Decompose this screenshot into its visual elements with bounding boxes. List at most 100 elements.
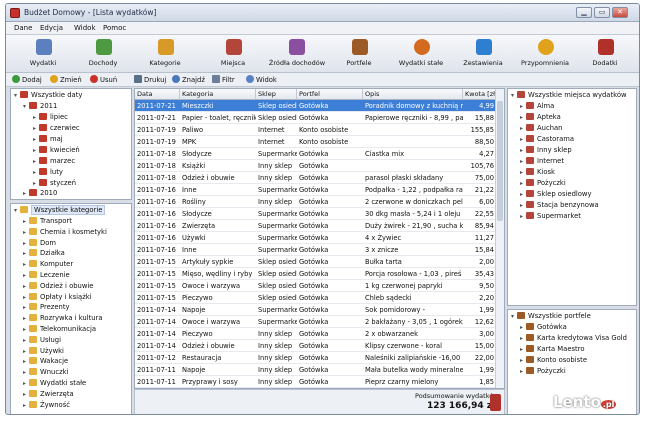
table-row[interactable]: 2011-07-14 Pieczywo Inny sklep Gotówka 2 x o… (135, 328, 497, 340)
tree-all-wallets[interactable]: ▾ Wszystkie portfele (511, 312, 591, 322)
menu-widok[interactable]: Widok (74, 24, 96, 32)
table-row[interactable]: 2011-07-15 Owoce i warzywa Sklep osiedl Got… (135, 280, 497, 292)
tree-category[interactable]: ▸ Wakacje (23, 357, 68, 367)
tree-year-2011[interactable]: ▾ 2011 (23, 102, 57, 112)
table-row[interactable]: 2011-07-16 Słodycze Supermarke Gotówka 30 dk… (135, 208, 497, 220)
table-row[interactable]: 2011-07-18 Odzież i obuwie Inny sklep Gotów… (135, 172, 497, 184)
tree-category[interactable]: ▸ Dom (23, 238, 56, 249)
tree-category[interactable]: ▸ Transport (23, 217, 72, 227)
toolbar-wydatki-stale-button[interactable]: Wydatki stałe (392, 37, 450, 71)
table-row[interactable]: 2011-07-16 Inne Supermarke Gotówka 3 x znicz… (135, 244, 497, 256)
filter-button[interactable]: Filtr (212, 75, 235, 86)
close-button[interactable]: ✕ (612, 7, 628, 18)
tree-all-places[interactable]: ▾ Wszystkie miejsca wydatków (511, 91, 627, 101)
tree-place[interactable]: ▸ Internet (520, 157, 564, 167)
toolbar-kategorie-button[interactable]: Kategorie (136, 37, 194, 71)
tree-category[interactable]: ▸ Działka (23, 249, 65, 259)
tree-category[interactable]: ▸ Wydatki stałe (23, 379, 86, 389)
tree-category[interactable]: ▸ Używki (23, 346, 64, 357)
table-row[interactable]: 2011-07-19 MPK Internet Konto osobiste 88,50 (135, 136, 497, 148)
column-header-sklep[interactable]: Sklep (256, 89, 297, 100)
table-row[interactable]: 2011-07-16 Inne Supermarke Gotówka Podpałka … (135, 184, 497, 196)
tree-category[interactable]: ▸ Odzież i obuwie (23, 281, 94, 292)
column-header-kwota[interactable]: Kwota [zł] (463, 89, 497, 100)
toolbar-zrodla-button[interactable]: Źródła dochodów (264, 37, 330, 71)
table-row[interactable]: 2011-07-14 Owoce i warzywa Supermarke Gotów… (135, 316, 497, 328)
tree-category[interactable]: ▸ Żywność (23, 400, 70, 411)
table-row[interactable]: 2011-07-21 Papier - toalet, ręczniki Sklep… (135, 112, 497, 124)
tree-month[interactable]: ▸ czerwiec (33, 124, 80, 134)
toolbar-dodatki-button[interactable]: Dodatki (576, 37, 634, 71)
table-row[interactable]: 2011-07-15 Mięso, wędliny i ryby Sklep osi… (135, 268, 497, 280)
toolbar-wydatki-button[interactable]: Wydatki (14, 37, 72, 71)
tree-category[interactable]: ▸ Rozrywka i kultura (23, 314, 103, 324)
tree-place[interactable]: ▸ Sklep osiedlowy (520, 190, 592, 200)
table-row[interactable]: 2011-07-18 Słodycze Supermarke Gotówka Ciast… (135, 148, 497, 160)
tree-wallet[interactable]: ▸ Konto osobiste (520, 356, 587, 366)
maximize-button[interactable]: ▭ (594, 7, 610, 18)
tree-month[interactable]: ▸ maj (33, 135, 63, 145)
tree-wallet[interactable]: ▸ Karta kredytowa Visa Gold (520, 334, 627, 344)
toolbar-miejsca-button[interactable]: Miejsca (204, 37, 262, 71)
toolbar-dochody-button[interactable]: Dochody (74, 37, 132, 71)
tree-month[interactable]: ▸ kwiecień (33, 146, 80, 156)
tree-wallet[interactable]: ▸ Gotówka (520, 323, 567, 333)
tree-category[interactable]: ▸ Usługi (23, 335, 61, 346)
table-row[interactable]: 2011-07-11 Przyprawy i sosy Inny sklep Gotó… (135, 376, 497, 388)
tree-category[interactable]: ▸ Leczenie (23, 271, 70, 281)
column-header-portfel[interactable]: Portfel (297, 89, 363, 100)
tree-place[interactable]: ▸ Kiosk (520, 168, 555, 178)
toolbar-zestawienia-button[interactable]: Zestawienia (454, 37, 512, 71)
table-row[interactable]: 2011-07-12 Restauracja Inny sklep Gotówka Na… (135, 352, 497, 364)
menu-pomoc[interactable]: Pomoc (103, 24, 126, 32)
tree-month[interactable]: ▸ styczeń (33, 179, 76, 189)
tree-category[interactable]: ▸ Opłaty i książki (23, 292, 92, 303)
table-row[interactable]: 2011-07-15 Artykuły sypkie Sklep osiedl Got… (135, 256, 497, 268)
tree-category[interactable]: ▸ Wnuczki (23, 368, 68, 378)
toolbar-przypomnienia-button[interactable]: Przypomnienia (516, 37, 574, 71)
tree-month[interactable]: ▸ marzec (33, 157, 75, 167)
menu-dane[interactable]: Dane (14, 24, 32, 32)
table-row[interactable]: 2011-07-14 Napoje Supermarke Gotówka Sok pom… (135, 304, 497, 316)
table-row[interactable]: 2011-07-19 Paliwo Internet Konto osobiste 15… (135, 124, 497, 136)
table-row[interactable]: 2011-07-15 Pieczywo Sklep osiedl Gotówka Chl… (135, 292, 497, 304)
tree-category[interactable]: ▸ Zwierzęta (23, 389, 74, 400)
find-button[interactable]: Znajdź (172, 75, 205, 86)
tree-all-categories[interactable]: ▾ Wszystkie kategorie (14, 205, 106, 216)
table-row[interactable]: 2011-07-21 Mieszczki Sklep osiedl Gotówka Po… (135, 100, 497, 112)
table-row[interactable]: 2011-07-14 Odzież i obuwie Inny sklep Gotów… (135, 340, 497, 352)
tree-place[interactable]: ▸ Stacja benzynowa (520, 201, 599, 211)
edit-button[interactable]: Zmień (50, 75, 82, 86)
view-button[interactable]: Widok (246, 75, 277, 86)
table-row[interactable]: 2011-07-11 Napoje Inny sklep Gotówka Mała bu… (135, 364, 497, 376)
tree-place[interactable]: ▸ Inny sklep (520, 146, 572, 156)
tree-place[interactable]: ▸ Pożyczki (520, 179, 566, 189)
tree-place[interactable]: ▸ Supermarket (520, 212, 581, 222)
tree-place[interactable]: ▸ Castorama (520, 135, 574, 145)
table-row[interactable]: 2011-07-16 Zwierzęta Supermarke Gotówka Duży… (135, 220, 497, 232)
table-row[interactable]: 2011-07-18 Książki Inny sklep Gotówka 105,76 (135, 160, 497, 172)
tree-month[interactable]: ▸ luty (33, 168, 63, 178)
tree-category[interactable]: ▸ Prezenty (23, 303, 70, 313)
tree-all-dates[interactable]: ▾ Wszystkie daty (14, 91, 82, 101)
tree-place[interactable]: ▸ Auchan (520, 124, 562, 134)
table-scrollbar[interactable] (495, 89, 504, 388)
tree-month[interactable]: ▸ lipiec (33, 113, 68, 123)
tree-category[interactable]: ▸ Telekomunikacja (23, 325, 96, 335)
tree-wallet[interactable]: ▸ Pożyczki (520, 367, 566, 377)
scroll-thumb[interactable] (497, 101, 503, 221)
minimize-button[interactable]: ▁ (576, 7, 592, 18)
tree-category[interactable]: ▸ Komputer (23, 260, 73, 270)
tree-place[interactable]: ▸ Apteka (520, 113, 561, 123)
print-button[interactable]: Drukuj (134, 75, 166, 86)
add-button[interactable]: Dodaj (12, 75, 42, 86)
column-header-data[interactable]: Data (135, 89, 180, 100)
column-header-opis[interactable]: Opis (363, 89, 463, 100)
delete-button[interactable]: Usuń (90, 75, 117, 86)
tree-category[interactable]: ▸ Chemia i kosmetyki (23, 227, 107, 238)
column-header-kategoria[interactable]: Kategoria (180, 89, 256, 100)
tree-place[interactable]: ▸ Alma (520, 102, 554, 112)
table-row[interactable]: 2011-07-16 Rośliny Inny sklep Gotówka 2 czer… (135, 196, 497, 208)
table-row[interactable]: 2011-07-16 Używki Supermarke Gotówka 4 x Żyw… (135, 232, 497, 244)
menu-edycja[interactable]: Edycja (40, 24, 63, 32)
